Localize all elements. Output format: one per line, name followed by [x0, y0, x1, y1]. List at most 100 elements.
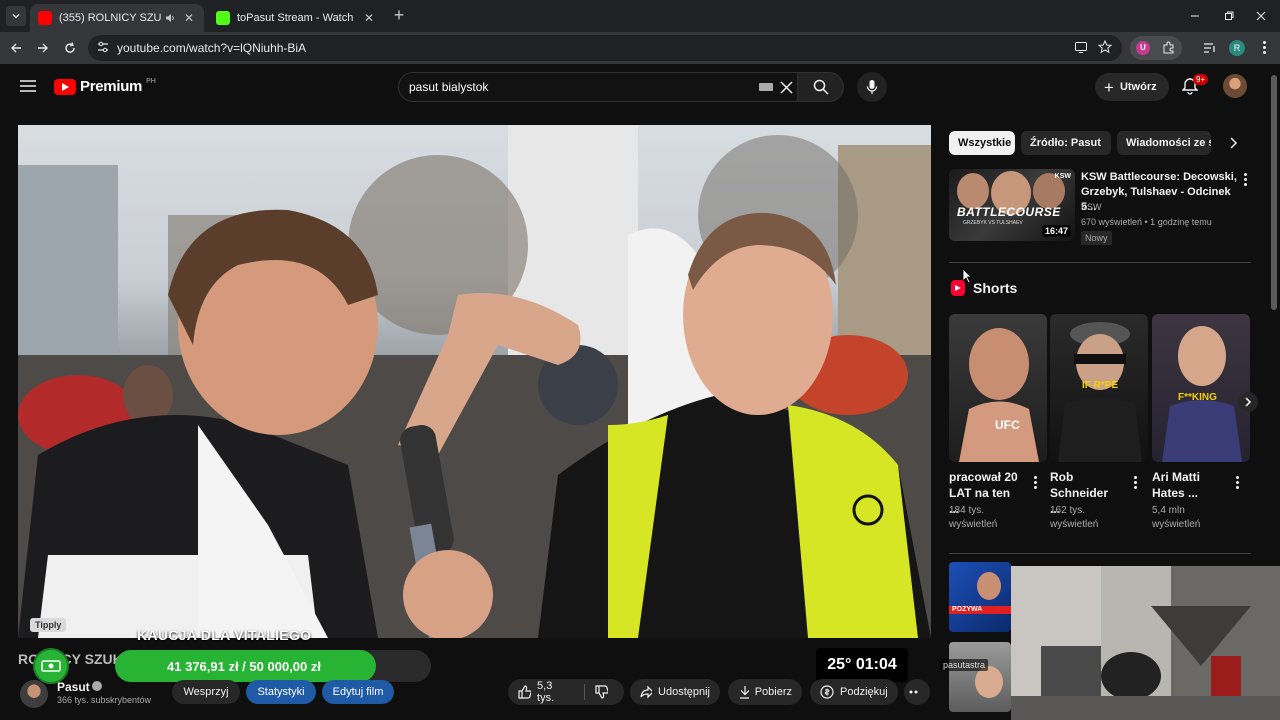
short-views-1: 184 tys.	[949, 505, 985, 516]
more-actions-button[interactable]	[904, 679, 930, 705]
youtube-logo[interactable]: Premium PH	[54, 78, 156, 95]
recommended-thumbnail-2[interactable]: POZYWA	[949, 562, 1011, 632]
puzzle-icon[interactable]	[1162, 41, 1176, 55]
address-bar[interactable]: youtube.com/watch?v=lQNiuhh-BiA	[88, 35, 1122, 61]
webcam-scene	[1011, 566, 1280, 720]
recommended-channel[interactable]: KSW	[1081, 202, 1102, 212]
profile-avatar[interactable]: R	[1229, 40, 1245, 56]
short-text-1: UFC	[995, 418, 1020, 432]
channel-avatar[interactable]	[20, 680, 48, 708]
extension-u-icon[interactable]: U	[1136, 41, 1150, 55]
support-button[interactable]: Wesprzyj	[172, 680, 240, 704]
recommended-more-icon[interactable]	[1240, 173, 1250, 186]
sidebar-divider-2	[949, 553, 1251, 554]
close-window-button[interactable]	[1242, 0, 1280, 32]
shorts-heading: Shorts	[973, 280, 1018, 296]
sidebar-divider	[949, 262, 1251, 263]
short-views-3: 5,4 mln	[1152, 505, 1185, 516]
super-thanks-icon	[820, 685, 834, 699]
download-button[interactable]: Pobierz	[728, 679, 802, 705]
back-button[interactable]	[6, 38, 26, 58]
short-more-icon-3[interactable]	[1232, 476, 1242, 489]
recommended-thumbnail[interactable]: KSW BATTLECOURSE GRZEBYK VS TULSHAEV 16:…	[949, 169, 1075, 241]
share-icon	[640, 685, 653, 699]
stats-button[interactable]: Statystyki	[246, 680, 316, 704]
short-views-label-3: wyświetleń	[1152, 519, 1201, 530]
search-input[interactable]: pasut bialystok	[398, 72, 798, 102]
edit-video-button[interactable]: Edytuj film	[322, 680, 394, 704]
thumbnail-text: BATTLECOURSE	[957, 205, 1061, 219]
thumbnail-art-2	[949, 572, 1011, 614]
search-query-text: pasut bialystok	[409, 80, 489, 94]
short-thumbnail-1[interactable]: UFC	[949, 314, 1047, 462]
new-badge: Nowy	[1081, 231, 1112, 245]
share-button[interactable]: Udostępnij	[630, 679, 720, 705]
short-views-label-2: wyświetleń	[1050, 519, 1099, 530]
like-divider	[584, 684, 585, 700]
more-horizontal-icon	[909, 690, 918, 694]
browser-toolbar: youtube.com/watch?v=lQNiuhh-BiA U R	[0, 32, 1280, 64]
donation-amount: 41 376,91 zł / 50 000,00 zł	[167, 659, 321, 674]
chip-all[interactable]: Wszystkie	[949, 131, 1015, 155]
bookmark-star-icon[interactable]	[1098, 40, 1112, 54]
hamburger-menu-icon[interactable]	[20, 79, 36, 93]
channel-name[interactable]: Pasut	[57, 680, 90, 694]
tab-close-icon[interactable]: ✕	[182, 11, 196, 25]
tab-close-icon[interactable]: ✕	[362, 11, 376, 25]
forward-button[interactable]	[33, 38, 53, 58]
create-button[interactable]: + Utwórz	[1095, 73, 1169, 101]
microphone-icon	[866, 80, 878, 94]
tab-title: toPasut Stream - Watch Live on	[237, 12, 356, 24]
thumbs-up-icon[interactable]	[518, 685, 532, 699]
arrow-right-icon	[38, 43, 48, 53]
chip-source-pasut[interactable]: Źródło: Pasut	[1021, 131, 1111, 155]
verified-icon	[92, 681, 102, 691]
download-icon	[740, 686, 749, 699]
extensions-group: U	[1130, 36, 1182, 60]
new-tab-button[interactable]: +	[390, 6, 408, 24]
thumbnail-subtext: GRZEBYK VS TULSHAEV	[963, 220, 1023, 226]
chevron-right-icon	[1245, 397, 1252, 407]
thumbnail-brand: KSW	[1054, 173, 1071, 180]
chevron-right-icon[interactable]	[1228, 137, 1238, 149]
tab-youtube[interactable]: (355) ROLNICY SZUKAJĄ ŻO ✕	[30, 4, 204, 32]
page-scrollbar[interactable]	[1271, 75, 1277, 310]
shorts-icon	[951, 280, 965, 296]
short-thumbnail-3[interactable]: F**KING	[1152, 314, 1250, 462]
donation-goal-title: KAUCJA DLA VITALIEGO	[137, 627, 312, 643]
notifications-badge: 9+	[1193, 74, 1209, 85]
account-avatar[interactable]	[1223, 74, 1247, 98]
keyboard-icon[interactable]	[759, 83, 773, 91]
tab-search-button[interactable]	[6, 6, 26, 26]
chip-world-news[interactable]: Wiadomości ze świata	[1117, 131, 1211, 155]
thanks-button[interactable]: Podziękuj	[810, 679, 898, 705]
minimize-button[interactable]	[1176, 0, 1214, 32]
speaker-icon	[166, 14, 174, 22]
thumbs-down-icon[interactable]	[595, 685, 609, 699]
arrow-left-icon	[11, 43, 21, 53]
short-text-3: F**KING	[1178, 392, 1217, 403]
cast-icon[interactable]	[1074, 40, 1088, 54]
short-more-icon-2[interactable]	[1130, 476, 1140, 489]
youtube-header: Premium PH pasut bialystok + Utwórz 9+	[0, 64, 1280, 110]
site-settings-icon[interactable]	[96, 40, 110, 54]
recommended-thumbnail-3[interactable]	[949, 642, 1011, 712]
browser-menu-icon[interactable]	[1259, 41, 1269, 54]
reload-button[interactable]	[60, 38, 80, 58]
short-art-1	[959, 328, 1039, 462]
reload-icon	[65, 42, 75, 53]
chevron-down-icon	[12, 13, 20, 19]
short-title-3[interactable]: Ari Matti Hates ...	[1152, 469, 1222, 501]
recommended-title[interactable]: KSW Battlecourse: Decowski, Grzebyk, Tul…	[1081, 170, 1237, 215]
short-thumbnail-2[interactable]: IF R*PE	[1050, 314, 1148, 462]
voice-search-button[interactable]	[857, 72, 887, 102]
clear-search-icon[interactable]	[780, 81, 793, 94]
download-label: Pobierz	[754, 686, 792, 698]
like-count[interactable]: 5,3 tys.	[537, 680, 570, 704]
search-button[interactable]	[798, 72, 844, 102]
media-controls-icon[interactable]	[1203, 41, 1217, 55]
short-more-icon-1[interactable]	[1030, 476, 1040, 489]
shorts-next-button[interactable]	[1238, 392, 1258, 412]
video-player[interactable]	[18, 125, 931, 638]
tab-kick[interactable]: toPasut Stream - Watch Live on ✕	[208, 4, 384, 32]
